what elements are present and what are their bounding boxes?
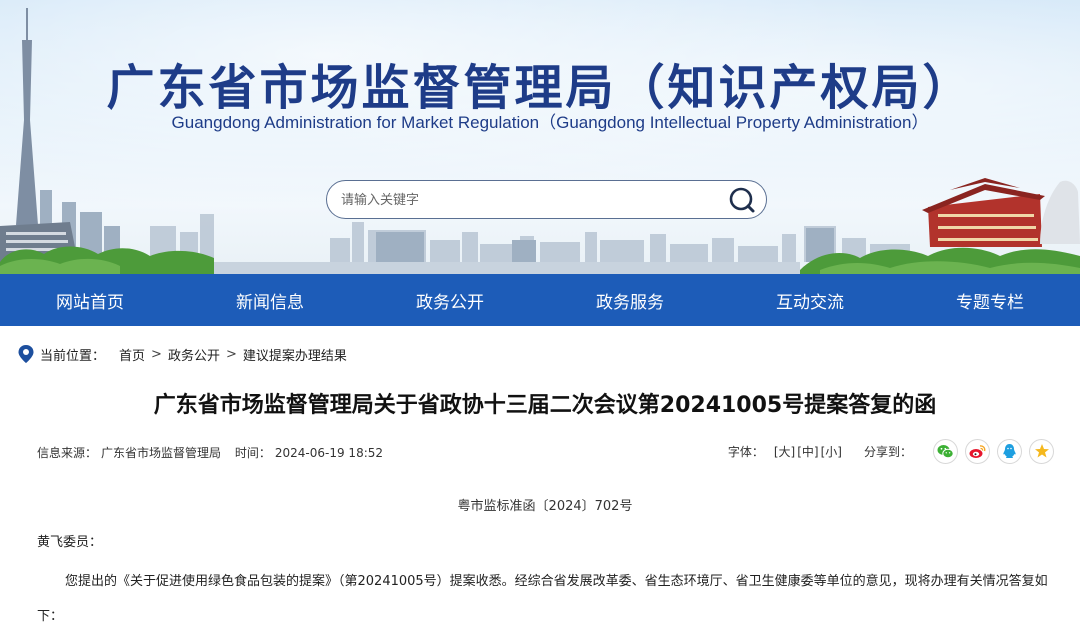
wechat-icon	[937, 444, 954, 458]
time-value: 2024-06-19 18:52	[274, 446, 384, 460]
share-qzone-button[interactable]	[1029, 438, 1054, 464]
breadcrumb-proposal-results[interactable]: 建议提案办理结果	[243, 345, 347, 364]
search-icon	[729, 187, 755, 213]
font-small-button[interactable]: [小]	[821, 443, 842, 460]
article-meta: 信息来源： 广东省市场监督管理局 时间： 2024-06-19 18:52	[37, 444, 387, 461]
nav-item-interaction[interactable]: 互动交流	[720, 274, 900, 326]
article-body-paragraph: 您提出的《关于促进使用绿色食品包装的提案》（第20241005号）提案收悉。经综…	[37, 574, 1048, 624]
font-size-label: 字体：	[727, 444, 764, 459]
font-medium-button[interactable]: [中]	[797, 443, 818, 460]
city-skyline-illustration	[0, 8, 1080, 274]
main-nav: 网站首页 新闻信息 政务公开 政务服务 互动交流 专题专栏	[0, 274, 1080, 326]
nav-item-special-topics[interactable]: 专题专栏	[900, 274, 1080, 326]
time-label: 时间：	[234, 446, 271, 460]
breadcrumb-gov-info[interactable]: 政务公开	[168, 345, 220, 364]
site-title-en: Guangdong Administration for Market Regu…	[171, 113, 929, 132]
nav-item-gov-service[interactable]: 政务服务	[540, 274, 720, 326]
share-qq-button[interactable]	[997, 438, 1022, 464]
qzone-icon	[1034, 444, 1049, 458]
site-banner: 广东省市场监督管理局（知识产权局） Guangdong Administrati…	[0, 0, 1080, 274]
breadcrumb-prefix: 当前位置：	[40, 348, 106, 364]
search-button[interactable]	[728, 186, 756, 214]
share-wechat-button[interactable]	[933, 438, 958, 464]
source-value: 广东省市场监督管理局	[101, 446, 222, 460]
statue	[1040, 180, 1080, 244]
salutation: 黄飞委员：	[37, 535, 103, 550]
share-weibo-button[interactable]	[965, 438, 990, 464]
location-pin-icon	[18, 345, 34, 363]
share-label: 分享到：	[863, 444, 912, 459]
nav-item-news[interactable]: 新闻信息	[180, 274, 360, 326]
source-label: 信息来源：	[37, 446, 98, 460]
search-input[interactable]	[341, 189, 721, 211]
search-bar	[326, 180, 767, 219]
breadcrumb-home[interactable]: 首页	[119, 345, 145, 364]
breadcrumb-separator: >	[225, 346, 237, 362]
nav-item-gov-info[interactable]: 政务公开	[360, 274, 540, 326]
document-number: 粤市监标准函〔2024〕702号	[457, 499, 633, 514]
weibo-icon	[969, 444, 986, 458]
article-title: 广东省市场监督管理局关于省政协十三届二次会议第20241005号提案答复的函	[153, 393, 937, 418]
font-large-button[interactable]: [大]	[774, 443, 795, 460]
breadcrumb-separator: >	[151, 346, 162, 362]
article-tools: 字体： [大] [中] [小] 分享到：	[728, 438, 1054, 464]
nav-item-home[interactable]: 网站首页	[0, 274, 180, 326]
pavilion-building	[922, 178, 1045, 247]
qq-icon	[1003, 444, 1016, 458]
breadcrumb: 当前位置： 首页 > 政务公开 > 建议提案办理结果	[18, 344, 347, 364]
